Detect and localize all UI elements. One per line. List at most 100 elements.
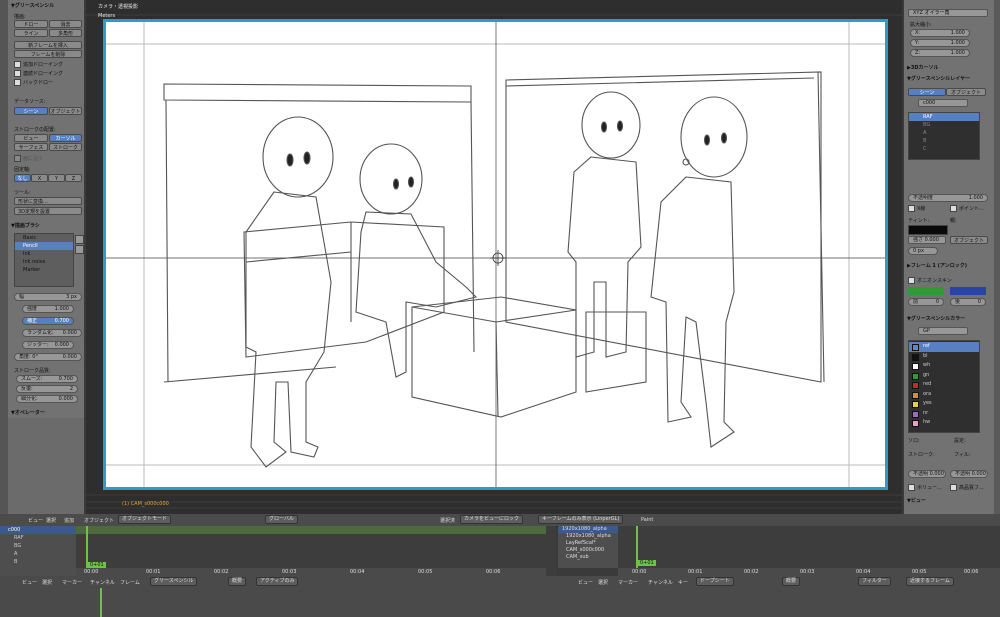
palette-field[interactable]: GP: [918, 327, 968, 335]
ds-menu-marker[interactable]: マーカー: [62, 579, 82, 586]
channel-row[interactable]: RAF: [0, 534, 76, 542]
mode-select[interactable]: オブジェクトモード: [118, 515, 172, 524]
view-section[interactable]: ▼ビュー: [907, 497, 926, 504]
tl-menu-select[interactable]: 選択: [598, 579, 608, 586]
erase-button[interactable]: 消去: [49, 20, 82, 28]
tl-summary-toggle[interactable]: 概要: [782, 577, 801, 586]
orientation-select[interactable]: グローバル: [265, 515, 298, 524]
outliner-item[interactable]: CAM_sub: [558, 554, 618, 561]
channel-row[interactable]: B: [0, 558, 76, 566]
axis-none-button[interactable]: なし: [14, 174, 31, 182]
points-check[interactable]: ポイント...: [950, 205, 984, 212]
insert-frame-button[interactable]: 新フレームを挿入: [14, 41, 82, 49]
angle-field[interactable]: 角度: 0° 0.000: [14, 353, 82, 361]
layer-name-field[interactable]: c000: [918, 99, 968, 107]
brush-item[interactable]: Marker: [15, 266, 73, 274]
poly-button[interactable]: 多角形: [49, 29, 82, 37]
plane-check[interactable]: 面に沿う: [14, 155, 43, 162]
hq-check[interactable]: 高品質フ...: [950, 484, 984, 491]
ds-menu-view[interactable]: ビュー: [22, 579, 37, 586]
subdiv-field[interactable]: 細分化: 0.000: [16, 395, 78, 403]
strength-field[interactable]: 強度 1.000: [22, 305, 74, 313]
width-field[interactable]: 幅 3 px: [14, 293, 82, 301]
properties-scrollbar[interactable]: [994, 0, 1000, 515]
draw-button[interactable]: ドロー: [14, 20, 48, 28]
tl-menu-view[interactable]: ビュー: [578, 579, 593, 586]
line-button[interactable]: ライン: [14, 29, 48, 37]
iterations-field[interactable]: 反復: 2: [16, 385, 78, 393]
menu-view[interactable]: ビュー: [28, 517, 43, 524]
axis-x-button[interactable]: X: [31, 174, 48, 182]
xray-check[interactable]: X線: [908, 205, 925, 212]
ds-summary-toggle[interactable]: 概要: [228, 577, 247, 586]
tint-strength-field[interactable]: 強さ 0.000: [908, 236, 946, 244]
onion-check[interactable]: オニオンスキン: [908, 277, 952, 284]
check-continuous[interactable]: 連続ドローイング: [14, 70, 63, 77]
color-item[interactable]: red: [909, 380, 979, 390]
timeline[interactable]: 0+01 00:00 00:01 00:02 00:03 00:04 00:05…: [618, 526, 1000, 576]
layer-object-tab[interactable]: オブジェクト: [946, 88, 986, 96]
tl-menu-marker[interactable]: マーカー: [618, 579, 638, 586]
check-additive[interactable]: 追加ドローイング: [14, 61, 63, 68]
color-item[interactable]: gn: [909, 371, 979, 381]
brush-add-icon[interactable]: [75, 235, 84, 244]
jitter-field[interactable]: ジッター: 0.000: [22, 341, 74, 349]
fill-opacity-field[interactable]: 不透明 0.000: [950, 470, 988, 478]
ds-menu-channel[interactable]: チャンネル: [90, 579, 115, 586]
tl-menu-key[interactable]: キー: [678, 579, 688, 586]
ds-menu-frame[interactable]: フレーム: [120, 579, 140, 586]
axis-z-button[interactable]: Z: [65, 174, 82, 182]
menu-object[interactable]: オブジェクト: [84, 517, 114, 524]
brush-item[interactable]: Ink: [15, 250, 73, 258]
color-item[interactable]: ora: [909, 390, 979, 400]
brush-item[interactable]: Pencil: [15, 242, 73, 250]
convert-button[interactable]: 形状に変換...: [14, 197, 82, 205]
onion-before-field[interactable]: 前0: [908, 298, 944, 306]
lock-camera-toggle[interactable]: カメラをビューにロック: [460, 515, 524, 524]
menu-add[interactable]: 追加: [64, 517, 74, 524]
outliner-item[interactable]: LayRefScal*: [558, 540, 618, 547]
color-item[interactable]: hw: [909, 418, 979, 428]
viewport[interactable]: カメラ・透視投影 Meters (1) CAM_s000c000: [86, 0, 902, 514]
brush-remove-icon[interactable]: [75, 245, 84, 254]
delete-frame-button[interactable]: フレームを削除: [14, 50, 82, 58]
layer-section-title[interactable]: ▼グリースペンシルレイヤー: [907, 75, 970, 82]
ds-active-only-toggle[interactable]: アクティブのみ: [256, 577, 299, 586]
layer-item[interactable]: C: [909, 145, 979, 153]
cursor-section[interactable]: ▶3Dカーソル: [907, 64, 938, 71]
channel-row[interactable]: A: [0, 550, 76, 558]
layer-scene-tab[interactable]: シーン: [908, 88, 946, 96]
placement-cursor-button[interactable]: カーソル: [49, 134, 82, 142]
placement-view-button[interactable]: ビュー: [14, 134, 48, 142]
onion-before-color[interactable]: [908, 287, 944, 295]
onion-after-color[interactable]: [950, 287, 986, 295]
rotation-mode-select[interactable]: XYZ オイラー角: [908, 9, 988, 17]
thickness-field[interactable]: 0 px: [908, 247, 938, 255]
color-item[interactable]: yes: [909, 399, 979, 409]
color-item[interactable]: bl: [909, 352, 979, 362]
correction-field[interactable]: 補正 0.700: [22, 317, 74, 325]
channel-root[interactable]: c000: [0, 526, 76, 534]
brush-item[interactable]: Basic: [15, 234, 73, 242]
frame-section[interactable]: ▶フレーム 1 (アンロック): [907, 262, 967, 269]
datasource-object-button[interactable]: オブジェクト: [49, 107, 82, 115]
layer-item[interactable]: BG: [909, 121, 979, 129]
ds-menu-select[interactable]: 選択: [42, 579, 52, 586]
outliner-item[interactable]: CAM_s000c000: [558, 547, 618, 554]
volume-check[interactable]: ボリュー...: [908, 484, 942, 491]
opacity-field[interactable]: 不透明度 1.000: [908, 194, 988, 202]
color-section-title[interactable]: ▼グリースペンシルカラー: [907, 315, 965, 322]
ds-mode-select[interactable]: グリースペンシル: [150, 577, 198, 586]
onion-after-field[interactable]: 後0: [950, 298, 986, 306]
smooth-field[interactable]: スムーズ: 0.700: [16, 375, 78, 383]
color-item[interactable]: ref: [909, 342, 979, 352]
layer-item[interactable]: A: [909, 129, 979, 137]
scale-x-field[interactable]: X: 1.000: [910, 29, 970, 37]
color-item[interactable]: nr: [909, 409, 979, 419]
outliner-item[interactable]: 1920x1080_alpha: [558, 533, 618, 540]
stroke-opacity-field[interactable]: 不透明 0.000: [908, 470, 946, 478]
tl-keying-select[interactable]: ドープシート: [696, 577, 734, 586]
datasource-scene-button[interactable]: シーン: [14, 107, 48, 115]
outliner-item[interactable]: 1920x1080_alpha: [558, 526, 618, 533]
scale-y-field[interactable]: Y: 1.000: [910, 39, 970, 47]
